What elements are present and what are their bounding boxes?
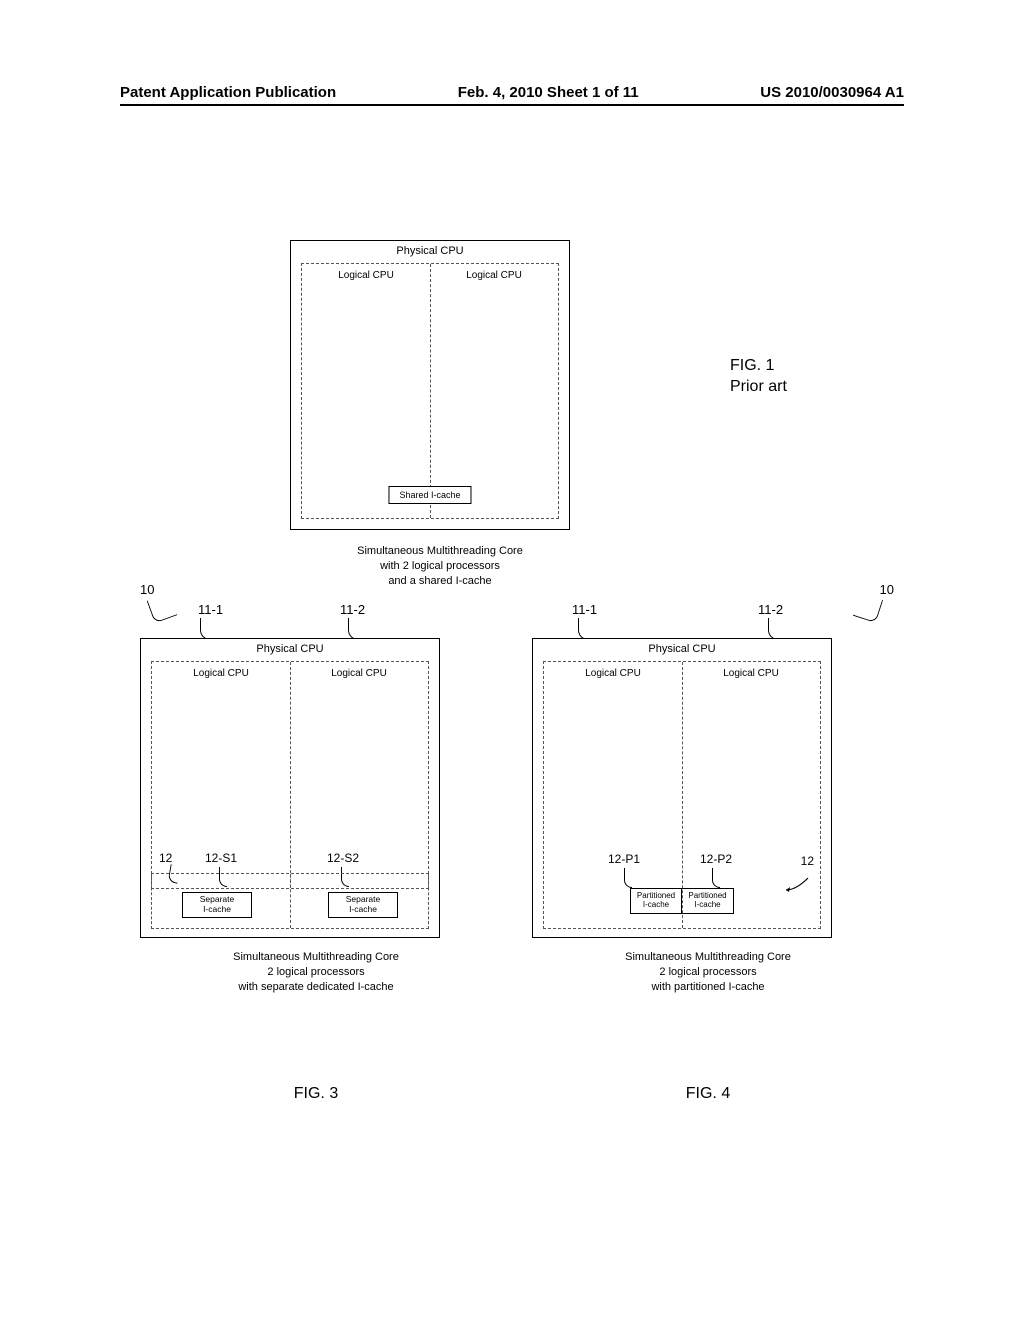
fig1-cpu-title: Physical CPU xyxy=(291,241,569,259)
fig4-logical-cpu-right: Logical CPU xyxy=(682,668,820,679)
ref-11-1-fig4: 11-1 xyxy=(572,602,597,617)
ref-12-s1-fig3: 12-S1 xyxy=(205,851,237,865)
fig1-caption: Simultaneous Multithreading Core with 2 … xyxy=(290,544,590,589)
ref-10-leader-fig4 xyxy=(853,593,883,623)
fig4-part-cache-left: Partitioned I-cache xyxy=(630,888,682,914)
ref-11-2-fig3: 11-2 xyxy=(340,602,365,617)
page-header: Patent Application Publication Feb. 4, 2… xyxy=(120,84,904,101)
fig4-caption-l2: 2 logical processors xyxy=(532,965,884,980)
fig1-side-label: FIG. 1 Prior art xyxy=(730,356,787,398)
fig4-cpu-title: Physical CPU xyxy=(533,639,831,657)
fig3-sep-cache-right-l2: I-cache xyxy=(331,905,395,915)
fig3-cache-dashed: Separate I-cache Separate I-cache xyxy=(151,873,429,929)
fig1-caption-l3: and a shared I-cache xyxy=(290,574,590,589)
ref-11-1-leader-fig4 xyxy=(578,618,592,640)
fig3-sep-cache-right: Separate I-cache xyxy=(328,892,398,918)
ref-12-s2-fig3: 12-S2 xyxy=(327,851,359,865)
ref-12-p1-fig4: 12-P1 xyxy=(608,852,640,866)
fig4-caption: Simultaneous Multithreading Core 2 logic… xyxy=(532,950,884,995)
fig4-part-cache-left-l2: I-cache xyxy=(635,901,677,910)
fig4-part-cache-right-l2: I-cache xyxy=(686,901,729,910)
fig3-number: FIG. 3 xyxy=(140,1085,492,1103)
header-center: Feb. 4, 2010 Sheet 1 of 11 xyxy=(458,84,639,101)
fig1-prior-art: Prior art xyxy=(730,377,787,398)
fig1-physical-cpu-box: Physical CPU Logical CPU Logical CPU Sha… xyxy=(290,240,570,530)
fig1-divider xyxy=(430,264,431,518)
ref-12-fig3: 12 xyxy=(159,851,172,865)
fig4-caption-l1: Simultaneous Multithreading Core xyxy=(532,950,884,965)
header-right: US 2010/0030964 A1 xyxy=(760,84,904,101)
fig4-physical-cpu-box: Physical CPU Logical CPU Logical CPU 12-… xyxy=(532,638,832,938)
ref-10-leader-fig3 xyxy=(147,593,178,624)
fig3-cpu-title: Physical CPU xyxy=(141,639,439,657)
fig4-caption-l3: with partitioned I-cache xyxy=(532,980,884,995)
fig3-physical-cpu-box: Physical CPU Logical CPU Logical CPU 12 … xyxy=(140,638,440,938)
fig1-logical-cpu-right: Logical CPU xyxy=(430,270,558,281)
fig3-dashed-upper: Logical CPU Logical CPU xyxy=(151,661,429,889)
figure-1: Physical CPU Logical CPU Logical CPU Sha… xyxy=(290,240,590,589)
fig3-cache-divider xyxy=(290,874,291,928)
ref-12-p2-fig4: 12-P2 xyxy=(700,852,732,866)
fig4-number: FIG. 4 xyxy=(532,1085,884,1103)
fig3-logical-cpu-left: Logical CPU xyxy=(152,668,290,679)
fig3-caption-l2: 2 logical processors xyxy=(140,965,492,980)
fig1-caption-l2: with 2 logical processors xyxy=(290,559,590,574)
ref-11-1-fig3: 11-1 xyxy=(198,602,223,617)
fig3-sep-cache-left-l2: I-cache xyxy=(185,905,249,915)
ref-11-2-leader-fig4 xyxy=(768,618,782,640)
fig4-partitioned-cache-group: Partitioned I-cache Partitioned I-cache xyxy=(630,888,734,914)
fig4-dashed-region: Logical CPU Logical CPU 12-P1 12-P2 12 P… xyxy=(543,661,821,929)
figures-row: 10 11-1 11-2 Physical CPU Logical CPU Lo… xyxy=(140,620,884,1103)
fig1-shared-cache: Shared I-cache xyxy=(388,486,471,504)
ref-12-fig4: 12 xyxy=(801,854,814,868)
figure-3: 10 11-1 11-2 Physical CPU Logical CPU Lo… xyxy=(140,620,492,1103)
ref-11-2-fig4: 11-2 xyxy=(758,602,783,617)
figure-4: 10 11-1 11-2 Physical CPU Logical CPU Lo… xyxy=(532,620,884,1103)
fig1-dashed-region: Logical CPU Logical CPU Shared I-cache xyxy=(301,263,559,519)
ref-12-arrow-fig4 xyxy=(782,876,810,894)
header-left: Patent Application Publication xyxy=(120,84,336,101)
fig3-logical-cpu-right: Logical CPU xyxy=(290,668,428,679)
fig3-caption: Simultaneous Multithreading Core 2 logic… xyxy=(140,950,492,995)
fig3-sep-cache-left: Separate I-cache xyxy=(182,892,252,918)
ref-12-p1-leader-fig4 xyxy=(624,868,632,888)
ref-10-fig3: 10 xyxy=(140,582,154,597)
header-rule xyxy=(120,104,904,106)
fig3-caption-l3: with separate dedicated I-cache xyxy=(140,980,492,995)
fig3-divider xyxy=(290,662,291,888)
fig1-logical-cpu-left: Logical CPU xyxy=(302,270,430,281)
ref-10-fig4: 10 xyxy=(880,582,894,597)
ref-11-2-leader-fig3 xyxy=(348,618,362,640)
fig1-caption-l1: Simultaneous Multithreading Core xyxy=(290,544,590,559)
fig3-caption-l1: Simultaneous Multithreading Core xyxy=(140,950,492,965)
fig4-logical-cpu-left: Logical CPU xyxy=(544,668,682,679)
ref-12-p2-leader-fig4 xyxy=(712,868,720,888)
fig4-part-cache-right: Partitioned I-cache xyxy=(682,888,734,914)
fig1-number: FIG. 1 xyxy=(730,356,787,377)
ref-11-1-leader-fig3 xyxy=(200,618,214,640)
